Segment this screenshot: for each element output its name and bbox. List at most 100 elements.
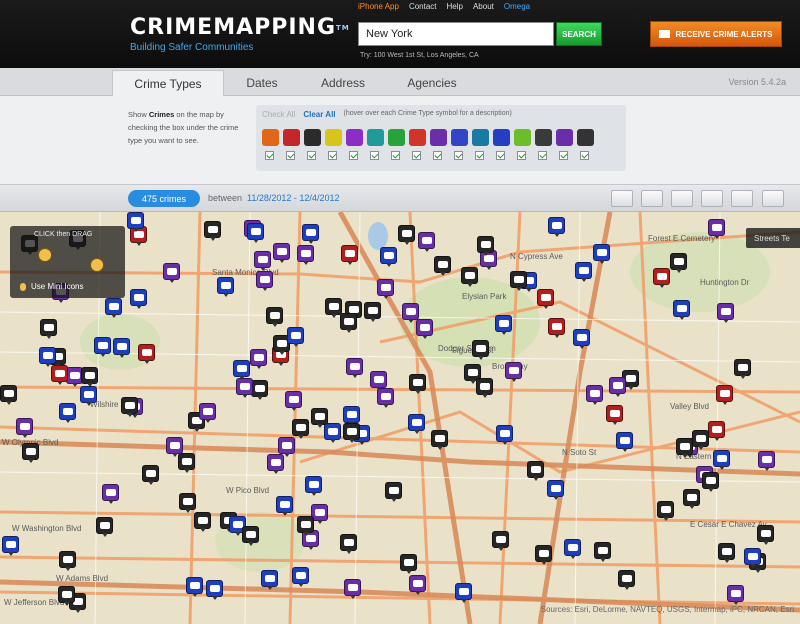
- zoom-out-icon[interactable]: [90, 258, 104, 272]
- crime-type-checkbox[interactable]: [580, 151, 589, 160]
- crime-marker[interactable]: [718, 543, 735, 563]
- tab-crime-types[interactable]: Crime Types: [112, 70, 224, 96]
- crime-marker[interactable]: [492, 531, 509, 551]
- crime-marker[interactable]: [606, 405, 623, 425]
- crime-marker[interactable]: [80, 386, 97, 406]
- crime-marker[interactable]: [472, 340, 489, 360]
- email-icon[interactable]: [611, 190, 633, 207]
- drugs-icon[interactable]: [346, 129, 363, 146]
- crime-marker[interactable]: [340, 313, 357, 333]
- crime-marker[interactable]: [297, 516, 314, 536]
- crime-marker[interactable]: [40, 319, 57, 339]
- print-icon[interactable]: [641, 190, 663, 207]
- crime-marker[interactable]: [455, 583, 472, 603]
- crime-marker[interactable]: [653, 268, 670, 288]
- theft-icon[interactable]: [493, 129, 510, 146]
- crime-marker[interactable]: [573, 329, 590, 349]
- crime-marker[interactable]: [402, 303, 419, 323]
- crime-marker[interactable]: [138, 344, 155, 364]
- crime-marker[interactable]: [22, 443, 39, 463]
- crime-marker[interactable]: [717, 303, 734, 323]
- crime-marker[interactable]: [537, 289, 554, 309]
- date-range-link[interactable]: 11/28/2012 - 12/4/2012: [247, 193, 339, 203]
- crime-type-checkbox[interactable]: [475, 151, 484, 160]
- crime-marker[interactable]: [199, 403, 216, 423]
- crime-marker[interactable]: [505, 362, 522, 382]
- crime-marker[interactable]: [477, 236, 494, 256]
- crime-marker[interactable]: [292, 419, 309, 439]
- crime-marker[interactable]: [285, 391, 302, 411]
- crime-marker[interactable]: [105, 298, 122, 318]
- crime-marker[interactable]: [434, 256, 451, 276]
- crime-type-checkbox[interactable]: [496, 151, 505, 160]
- crime-marker[interactable]: [586, 385, 603, 405]
- crime-marker[interactable]: [692, 430, 709, 450]
- crime-marker[interactable]: [343, 423, 360, 443]
- about-link[interactable]: About: [473, 2, 494, 11]
- crime-marker[interactable]: [370, 371, 387, 391]
- crime-marker[interactable]: [297, 245, 314, 265]
- crime-marker[interactable]: [618, 570, 635, 590]
- crime-marker[interactable]: [548, 217, 565, 237]
- other-icon[interactable]: [577, 129, 594, 146]
- receive-crime-alerts-button[interactable]: RECEIVE CRIME ALERTS: [650, 21, 782, 47]
- crime-marker[interactable]: [495, 315, 512, 335]
- crime-marker[interactable]: [657, 501, 674, 521]
- fraud-icon[interactable]: [388, 129, 405, 146]
- crime-marker[interactable]: [346, 358, 363, 378]
- robbery-icon[interactable]: [451, 129, 468, 146]
- crime-type-checkbox[interactable]: [370, 151, 379, 160]
- crime-marker[interactable]: [713, 450, 730, 470]
- crime-marker[interactable]: [418, 232, 435, 252]
- crime-marker[interactable]: [670, 253, 687, 273]
- crime-marker[interactable]: [400, 554, 417, 574]
- crime-marker[interactable]: [496, 425, 513, 445]
- crime-marker[interactable]: [340, 534, 357, 554]
- crime-marker[interactable]: [127, 212, 144, 232]
- crime-marker[interactable]: [734, 359, 751, 379]
- crime-marker[interactable]: [593, 244, 610, 264]
- crime-marker[interactable]: [527, 461, 544, 481]
- crime-marker[interactable]: [194, 512, 211, 532]
- map-navigation-control[interactable]: CLICK then DRAG Use Mini Icons: [10, 226, 125, 298]
- crime-marker[interactable]: [266, 307, 283, 327]
- crime-marker[interactable]: [461, 267, 478, 287]
- crime-type-checkbox[interactable]: [517, 151, 526, 160]
- search-input[interactable]: New York: [358, 22, 554, 46]
- crime-marker[interactable]: [575, 262, 592, 282]
- motor-vehicle-theft-icon[interactable]: [430, 129, 447, 146]
- crime-marker[interactable]: [302, 224, 319, 244]
- crime-type-checkbox[interactable]: [328, 151, 337, 160]
- crime-type-checkbox[interactable]: [265, 151, 274, 160]
- zoom-in-icon[interactable]: [38, 248, 52, 262]
- crime-marker[interactable]: [206, 580, 223, 600]
- check-all-link[interactable]: Check All: [262, 110, 295, 119]
- crime-marker[interactable]: [609, 377, 626, 397]
- crime-type-checkbox[interactable]: [538, 151, 547, 160]
- iphone-app-link[interactable]: iPhone App: [358, 2, 399, 11]
- crime-marker[interactable]: [0, 385, 17, 405]
- crime-marker[interactable]: [377, 279, 394, 299]
- crime-marker[interactable]: [431, 430, 448, 450]
- help-link[interactable]: Help: [447, 2, 463, 11]
- crime-marker[interactable]: [278, 437, 295, 457]
- sex-crimes-icon[interactable]: [472, 129, 489, 146]
- crime-marker[interactable]: [292, 567, 309, 587]
- crime-marker[interactable]: [2, 536, 19, 556]
- use-mini-icons-toggle[interactable]: Use Mini Icons: [20, 282, 83, 291]
- crime-marker[interactable]: [409, 575, 426, 595]
- crime-marker[interactable]: [409, 374, 426, 394]
- crime-marker[interactable]: [217, 277, 234, 297]
- crime-marker[interactable]: [708, 219, 725, 239]
- crimemapping-logo[interactable]: CRIMEMAPPINGTM Building Safer Communitie…: [130, 16, 350, 54]
- crime-type-checkbox[interactable]: [433, 151, 442, 160]
- crime-marker[interactable]: [305, 476, 322, 496]
- crime-marker[interactable]: [121, 397, 138, 417]
- crime-marker[interactable]: [548, 318, 565, 338]
- crime-type-checkbox[interactable]: [412, 151, 421, 160]
- arson-icon[interactable]: [262, 129, 279, 146]
- crime-marker[interactable]: [364, 302, 381, 322]
- crime-marker[interactable]: [510, 271, 527, 291]
- crime-marker[interactable]: [535, 545, 552, 565]
- crime-marker[interactable]: [702, 472, 719, 492]
